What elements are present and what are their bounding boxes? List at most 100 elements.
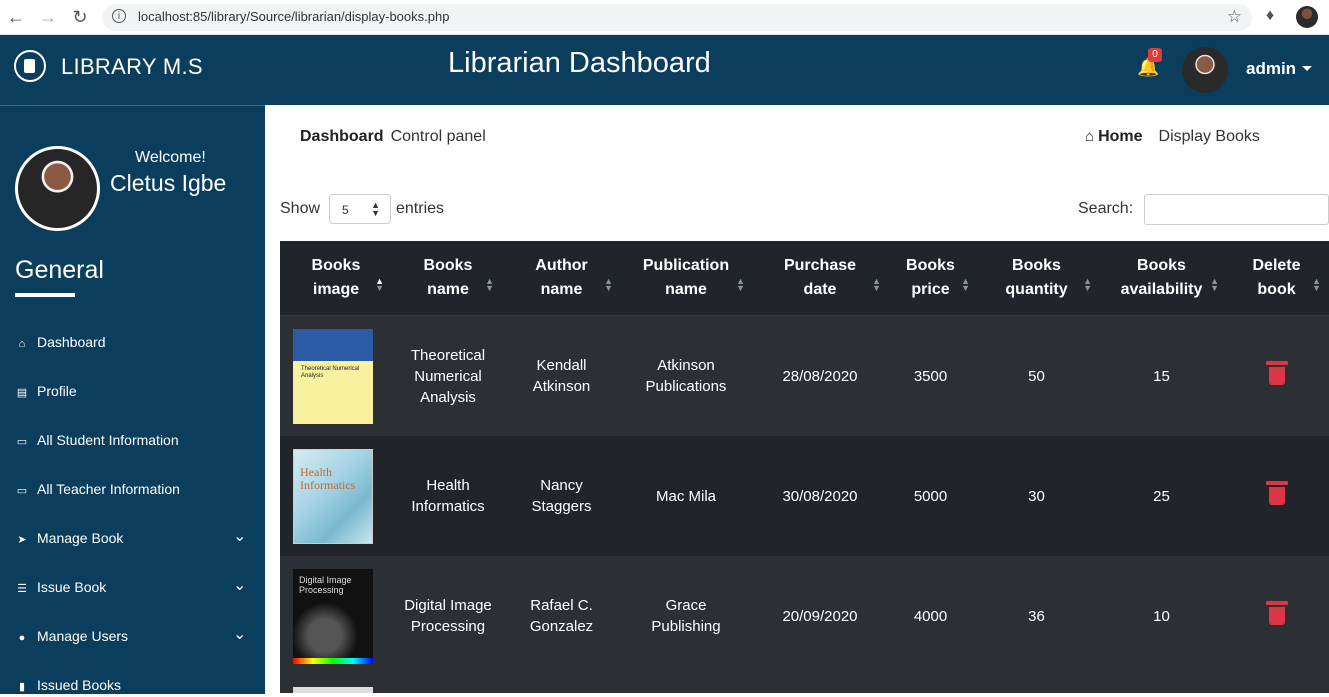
publication-name-cell: Grace Publishing [619,556,753,676]
breadcrumb-current: Display Books [1158,128,1260,145]
purchase-date-cell: 30/08/2020 [753,436,887,556]
book-image-cell: Health Informatics [280,436,392,556]
monitor-icon: ▭ [16,485,28,497]
sidebar-item-manage-users[interactable]: ● Manage Users ⌄ [15,626,255,648]
sort-icon[interactable]: ▲ ▼ [485,277,494,293]
chevron-down-icon[interactable]: ⌄ [233,575,246,595]
address-bar[interactable]: i localhost:85/library/Source/librarian/… [102,4,1252,31]
admin-menu[interactable]: admin [1246,59,1296,79]
quantity-cell: 50 [974,315,1099,436]
price-cell: 4000 [887,556,974,676]
home-icon[interactable]: ⌂ [1085,128,1094,145]
brand-name[interactable]: LIBRARY M.S [61,54,203,80]
trash-icon[interactable] [1265,601,1288,625]
author-name-cell: Kendall Atkinson [504,315,619,436]
top-navbar: LIBRARY M.S Librarian Dashboard 🔔 0 admi… [0,35,1329,105]
chevron-down-icon[interactable]: ⌄ [233,526,246,546]
sort-icon[interactable]: ▲ ▼ [872,277,881,293]
sidebar-item-profile[interactable]: ▤ Profile [15,383,77,403]
column-header-books-image[interactable]: Books image ▲ ▼ [280,241,392,316]
price-cell: 5000 [887,436,974,556]
extensions-puzzle-icon[interactable]: ♦ [1266,7,1274,25]
show-label: Show [280,200,321,217]
sort-icon[interactable]: ▲ ▼ [1312,277,1321,293]
sidebar-item-manage-book[interactable]: ➤ Manage Book ⌄ [15,528,255,550]
sort-icon[interactable]: ▲ ▼ [736,277,745,293]
column-header-books-price[interactable]: Books price ▲ ▼ [887,241,974,316]
table-row: Health Informatics Health Informatics Nan… [280,436,1329,556]
column-header-books-quantity[interactable]: Books quantity ▲ ▼ [974,241,1099,316]
column-header-delete-book[interactable]: Delete book ▲ ▼ [1224,241,1329,316]
sort-icon[interactable]: ▲ ▼ [1210,277,1219,293]
author-name-cell: Nancy Staggers [504,436,619,556]
sort-icon[interactable]: ▲ ▼ [604,277,613,293]
sidebar-item-dashboard[interactable]: ⌂ Dashboard [15,334,106,354]
sort-icon[interactable]: ▲ ▼ [961,277,970,293]
id-card-icon: ▤ [16,387,28,399]
reload-icon[interactable]: ↻ [70,7,90,27]
book-cover-image [293,687,373,693]
sidebar: Welcome! Cletus Igbe General ⌂ Dashboard … [0,105,265,694]
book-cover-image: Digital Image Processing [293,568,373,664]
book-name-cell: Digital Image Processing [392,556,504,676]
monitor-icon: ▭ [16,436,28,448]
column-header-publication-name[interactable]: Publication name ▲ ▼ [619,241,753,316]
welcome-text: Welcome! [135,149,206,166]
author-name-cell: Rafael C. Gonzalez [504,556,619,676]
delete-cell [1224,315,1329,436]
availability-cell: 15 [1099,315,1224,436]
sidebar-item-issued-books[interactable]: ▮ Issued Books [15,677,121,697]
forward-arrow-icon[interactable]: → [38,7,58,27]
quantity-cell: 36 [974,556,1099,676]
back-arrow-icon[interactable]: ← [6,7,26,27]
trash-icon[interactable] [1265,481,1288,505]
book-image-cell: Digital Image Processing [280,556,392,676]
sort-icon[interactable]: ▲ ▼ [1083,277,1092,293]
breadcrumb-subtitle: Control panel [390,128,486,145]
sidebar-item-all-teacher-information[interactable]: ▭ All Teacher Information [15,481,180,501]
availability-cell: 25 [1099,436,1224,556]
sidebar-item-issue-book[interactable]: ☰ Issue Book ⌄ [15,577,255,599]
table-header-row: Books image ▲ ▼ Books name ▲ ▼ Author name ▲ ▼… [280,241,1329,316]
trash-icon[interactable] [1265,361,1288,385]
profile-avatar [15,146,100,231]
list-icon: ☰ [17,583,27,595]
book-logo-icon [14,50,46,82]
info-icon[interactable]: i [112,9,126,23]
column-header-purchase-date[interactable]: Purchase date ▲ ▼ [753,241,887,316]
page-title: Librarian Dashboard [448,47,711,79]
user-name: Cletus Igbe [110,170,227,196]
search-label: Search: [1078,200,1134,217]
caret-down-icon[interactable] [1302,66,1312,71]
purchase-date-cell: 28/08/2020 [753,315,887,436]
breadcrumb-title: Dashboard Control panel [300,128,486,146]
table-row: Theoretical Numerical Analysis Theoretic… [280,315,1329,436]
publication-name-cell: Mac Mila [619,436,753,556]
chevron-down-icon[interactable]: ⌄ [233,624,246,644]
column-header-books-name[interactable]: Books name ▲ ▼ [392,241,504,316]
select-arrows-icon: ▲ ▼ [371,200,380,218]
breadcrumb-home-link[interactable]: Home [1098,128,1142,145]
notification-badge: 0 [1148,48,1162,62]
sidebar-item-all-student-information[interactable]: ▭ All Student Information [15,432,179,452]
url-text[interactable]: localhost:85/library/Source/librarian/di… [138,9,449,24]
purchase-date-cell: 20/09/2020 [753,556,887,676]
users-icon: ● [18,632,26,644]
browser-profile-avatar[interactable] [1296,6,1318,28]
column-header-books-availability[interactable]: Books availability ▲ ▼ [1099,241,1224,316]
sort-icon[interactable]: ▲ ▼ [375,277,384,293]
section-underline [15,293,75,297]
user-avatar[interactable] [1182,47,1228,93]
availability-cell: 10 [1099,556,1224,676]
search-input[interactable] [1144,194,1329,225]
browser-toolbar: ← → ↻ i localhost:85/library/Source/libr… [0,0,1329,35]
book-name-cell: Theoretical Numerical Analysis [392,315,504,436]
paper-plane-icon: ➤ [17,534,27,546]
book-cover-image: Health Informatics [293,448,373,544]
table-row: Digital Image Processing Digital Image Pr… [280,556,1329,676]
breadcrumb-heading: Dashboard [300,128,384,145]
column-header-author-name[interactable]: Author name ▲ ▼ [504,241,619,316]
entries-select[interactable]: 5 ▲ ▼ [329,194,391,224]
bookmark-star-icon[interactable]: ☆ [1227,7,1242,27]
breadcrumb: ⌂ Home Display Books [1085,128,1260,146]
